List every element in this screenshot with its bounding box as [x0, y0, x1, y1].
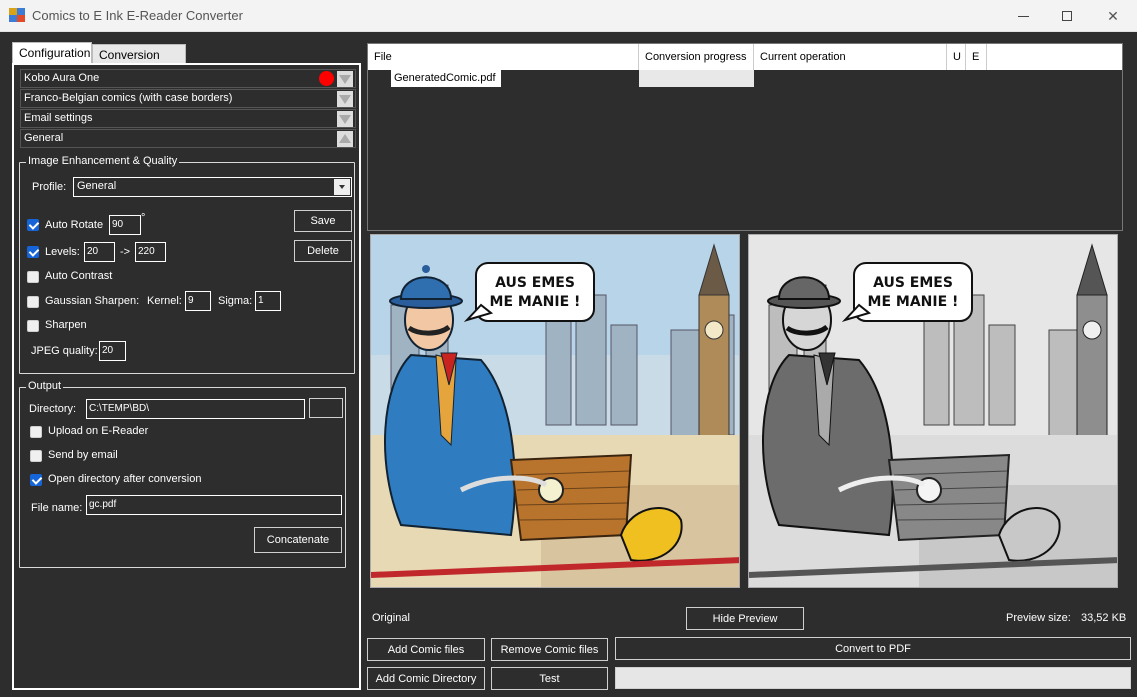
gaussian-sharpen-label: Gaussian Sharpen: [45, 295, 140, 307]
conversion-progress-bar [615, 667, 1131, 689]
open-directory-checkbox[interactable] [30, 474, 42, 486]
kernel-input[interactable]: 9 [185, 291, 211, 311]
column-conversion-progress[interactable]: Conversion progress [639, 44, 754, 70]
maximize-icon [1062, 11, 1072, 21]
combo-general[interactable]: General [20, 129, 356, 148]
original-preview-image: AUS EMES ME MANIE ! [370, 234, 740, 588]
expand-email-button[interactable] [337, 111, 353, 127]
add-comic-directory-button[interactable]: Add Comic Directory [367, 667, 485, 690]
speech-line-1: AUS EMES [495, 275, 575, 291]
combo-comic-type[interactable]: Franco-Belgian comics (with case borders… [20, 89, 356, 108]
directory-label: Directory: [29, 403, 77, 415]
auto-rotate-label: Auto Rotate [45, 219, 104, 231]
auto-contrast-checkbox[interactable] [27, 271, 39, 283]
combo-comic-type-label: Franco-Belgian comics (with case borders… [24, 92, 233, 104]
hide-preview-button[interactable]: Hide Preview [686, 607, 804, 630]
degree-unit: ° [141, 212, 146, 224]
combo-device[interactable]: Kobo Aura One [20, 69, 356, 88]
preview-size-label: Preview size: [1006, 612, 1071, 624]
sharpen-checkbox[interactable] [27, 320, 39, 332]
column-file[interactable]: File [368, 44, 639, 70]
close-button[interactable]: ✕ [1090, 0, 1136, 32]
window-title: Comics to E Ink E-Reader Converter [32, 8, 243, 23]
grid-header: File Conversion progress Current operati… [368, 44, 1122, 70]
chevron-down-icon [334, 179, 350, 195]
configuration-panel: Kobo Aura One Franco-Belgian comics (wit… [12, 63, 361, 690]
speech-line-1-gray: AUS EMES [873, 275, 953, 291]
sigma-input[interactable]: 1 [255, 291, 281, 311]
auto-contrast-label: Auto Contrast [45, 270, 113, 282]
test-button[interactable]: Test [491, 667, 608, 690]
speech-line-2: ME MANIE ! [490, 294, 581, 310]
image-enhancement-legend: Image Enhancement & Quality [26, 155, 180, 167]
comic-illustration-color: AUS EMES ME MANIE ! [371, 235, 739, 587]
output-legend: Output [26, 380, 64, 392]
table-row-file[interactable]: GeneratedComic.pdf [391, 70, 501, 87]
file-grid[interactable]: File Conversion progress Current operati… [367, 43, 1123, 231]
chevron-down-icon [339, 75, 351, 84]
upload-label: Upload on E-Reader [48, 425, 149, 437]
save-button[interactable]: Save [294, 210, 352, 232]
chevron-up-icon [339, 134, 351, 143]
browse-directory-button[interactable] [309, 398, 343, 418]
auto-rotate-checkbox[interactable] [27, 219, 39, 231]
profile-select[interactable]: General [73, 177, 352, 197]
gaussian-sharpen-checkbox[interactable] [27, 296, 39, 308]
directory-input[interactable]: C:\TEMP\BD\ [86, 399, 305, 419]
column-current-operation[interactable]: Current operation [754, 44, 947, 70]
auto-rotate-input[interactable]: 90 [109, 215, 141, 235]
send-email-label: Send by email [48, 449, 118, 461]
chevron-down-icon [339, 115, 351, 124]
original-label: Original [372, 612, 410, 624]
column-u[interactable]: U [947, 44, 966, 70]
concatenate-button[interactable]: Concatenate [254, 527, 342, 553]
close-icon: ✕ [1107, 7, 1119, 24]
minimize-button[interactable] [1000, 0, 1046, 32]
jpeg-quality-label: JPEG quality: [31, 345, 98, 357]
collapse-general-button[interactable] [337, 131, 353, 147]
image-enhancement-group: Image Enhancement & Quality Profile: Gen… [19, 155, 355, 374]
upload-checkbox[interactable] [30, 426, 42, 438]
output-group: Output Directory: C:\TEMP\BD\ Upload on … [19, 380, 346, 568]
column-e[interactable]: E [966, 44, 987, 70]
file-name-input[interactable]: gc.pdf [86, 495, 342, 515]
levels-to-input[interactable]: 220 [135, 242, 166, 262]
add-comic-files-button[interactable]: Add Comic files [367, 638, 485, 661]
chevron-down-icon [339, 95, 351, 104]
send-email-checkbox[interactable] [30, 450, 42, 462]
combo-email-settings[interactable]: Email settings [20, 109, 356, 128]
levels-from-input[interactable]: 20 [84, 242, 115, 262]
tab-configuration[interactable]: Configuration [12, 42, 92, 64]
table-row-progress [639, 70, 754, 87]
delete-button[interactable]: Delete [294, 240, 352, 262]
levels-arrow: -> [120, 246, 131, 258]
levels-label: Levels: [45, 246, 80, 258]
minimize-icon [1017, 15, 1029, 17]
convert-to-pdf-button[interactable]: Convert to PDF [615, 637, 1131, 660]
title-bar: Comics to E Ink E-Reader Converter ✕ [0, 0, 1137, 32]
expand-comic-type-button[interactable] [337, 91, 353, 107]
converted-preview-image: AUS EMES ME MANIE ! [748, 234, 1118, 588]
expand-device-button[interactable] [337, 71, 353, 87]
profile-value: General [77, 180, 117, 192]
combo-device-label: Kobo Aura One [24, 72, 100, 84]
file-name-label: File name: [31, 502, 83, 514]
kernel-label: Kernel: [147, 295, 182, 307]
preview-size-value: 33,52 KB [1081, 612, 1127, 624]
sharpen-label: Sharpen [45, 319, 87, 331]
combo-email-settings-label: Email settings [24, 112, 93, 124]
maximize-button[interactable] [1044, 0, 1090, 32]
profile-label: Profile: [32, 181, 67, 193]
jpeg-quality-input[interactable]: 20 [99, 341, 126, 361]
sigma-label: Sigma: [218, 295, 253, 307]
levels-checkbox[interactable] [27, 246, 39, 258]
status-dot [319, 71, 334, 86]
app-icon [9, 8, 25, 22]
comic-illustration-grayscale: AUS EMES ME MANIE ! [749, 235, 1117, 587]
combo-general-label: General [24, 132, 64, 144]
tab-conversion-errors[interactable]: Conversion errors [92, 44, 186, 76]
speech-line-2-gray: ME MANIE ! [868, 294, 959, 310]
open-directory-label: Open directory after conversion [48, 473, 202, 485]
remove-comic-files-button[interactable]: Remove Comic files [491, 638, 608, 661]
